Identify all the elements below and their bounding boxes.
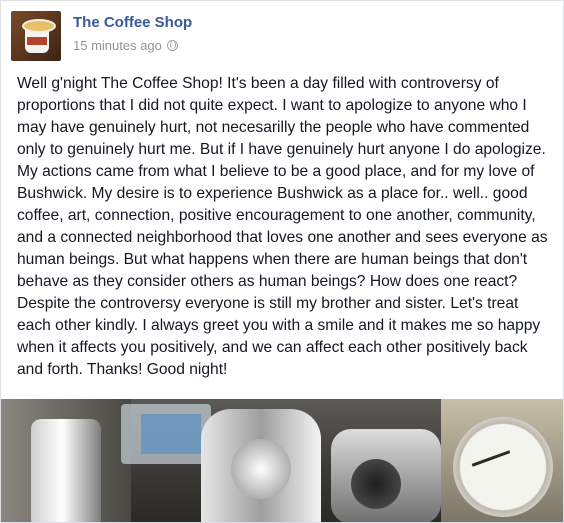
page-avatar[interactable] [11,11,61,61]
post-body-text: Well g'night The Coffee Shop! It's been … [17,75,548,378]
facebook-post: The Coffee Shop 15 minutes ago Well g'ni… [0,0,564,523]
post-timestamp[interactable]: 15 minutes ago [73,38,162,53]
post-photo[interactable] [1,399,563,522]
page-name-link[interactable]: The Coffee Shop [73,14,192,31]
globe-icon[interactable] [166,40,178,51]
post-meta: 15 minutes ago [73,38,178,53]
